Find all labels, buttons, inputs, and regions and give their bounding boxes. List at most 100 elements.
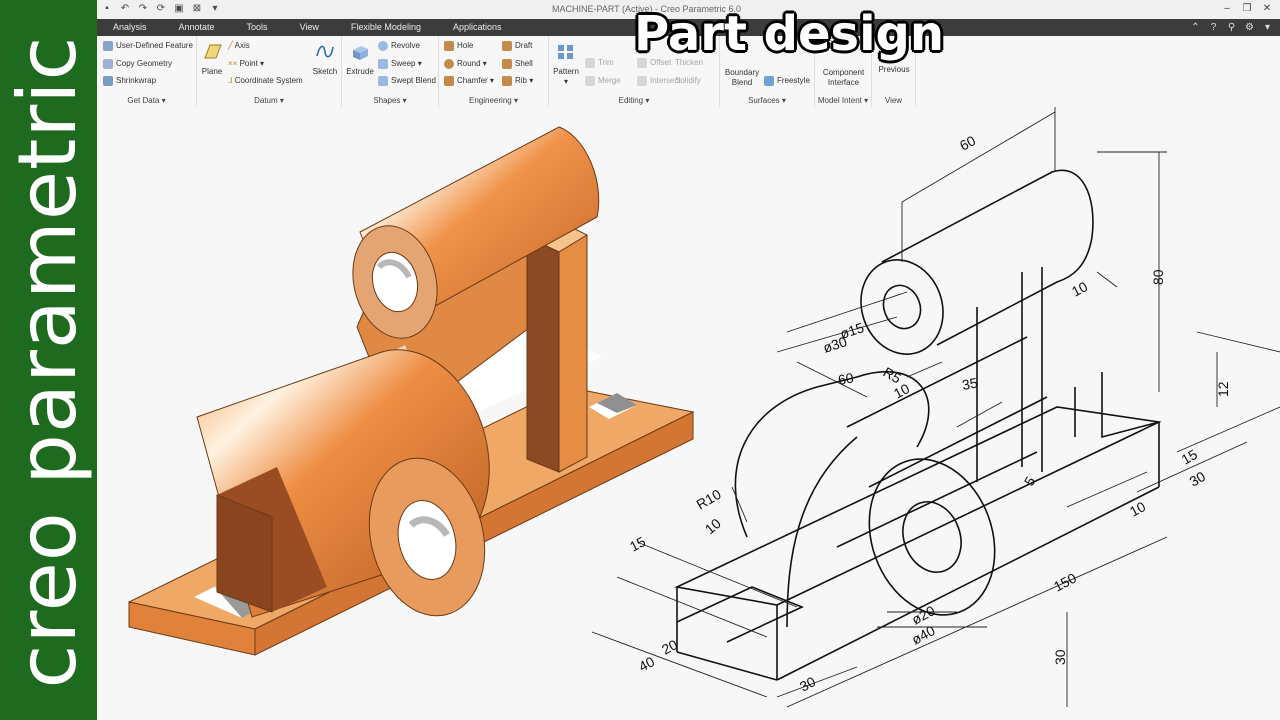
tab-flexible-modeling[interactable]: Flexible Modeling (335, 19, 437, 36)
copy-geometry-button[interactable]: Copy Geometry (103, 59, 172, 69)
dim-dia-40: ø40 (909, 622, 938, 648)
draft-button[interactable]: Draft (502, 41, 532, 51)
help-icon[interactable]: ? (1207, 21, 1220, 34)
creo-window: ▪ ↶ ↷ ⟳ ▣ ⊠ ▾ MACHINE-PART (Active) - Cr… (97, 0, 1280, 720)
quick-access-toolbar: ▪ ↶ ↷ ⟳ ▣ ⊠ ▾ (101, 3, 221, 15)
axis-button[interactable]: ╱ Axis (228, 41, 250, 51)
point-icon: ×× (228, 59, 240, 68)
dim-10-left: 10 (702, 515, 724, 537)
surfaces-group-label[interactable]: Surfaces ▾ (720, 96, 814, 105)
tab-applications[interactable]: Applications (437, 19, 518, 36)
plane-icon (204, 44, 222, 59)
close-icon[interactable]: ✕ (1260, 2, 1274, 16)
sketch-button[interactable]: Sketch (311, 42, 339, 77)
group-datum: Plane ╱ Axis ×× Point ▾ ⅃ Coordinate Sys… (197, 36, 342, 107)
new-file-icon[interactable]: ▪ (101, 3, 113, 15)
trim-button[interactable]: Trim (585, 58, 614, 68)
hole-button[interactable]: Hole (444, 41, 473, 51)
plane-button[interactable]: Plane (200, 42, 224, 77)
copy-geometry-icon (103, 59, 113, 69)
group-get-data: User-Defined Feature Copy Geometry Shrin… (97, 36, 197, 107)
revolve-icon (378, 41, 388, 51)
editing-group-label[interactable]: Editing ▾ (549, 96, 719, 105)
regenerate-icon[interactable]: ⟳ (155, 3, 167, 15)
hole-icon (444, 41, 454, 51)
axis-icon: ╱ (228, 41, 235, 50)
round-icon (444, 59, 454, 69)
pattern-icon (558, 45, 573, 59)
chamfer-icon (444, 76, 454, 86)
swept-blend-icon (378, 76, 388, 86)
customize-icon[interactable]: ▾ (209, 3, 221, 15)
restore-icon[interactable]: ❐ (1240, 2, 1254, 16)
datum-group-label[interactable]: Datum ▾ (197, 96, 341, 105)
dim-35: 35 (961, 374, 979, 392)
redo-icon[interactable]: ↷ (137, 3, 149, 15)
boundary-blend-button[interactable]: Boundary Blend (723, 68, 761, 88)
undo-icon[interactable]: ↶ (119, 3, 131, 15)
sketch-icon (316, 45, 334, 58)
dim-r10: R10 (694, 486, 724, 513)
pattern-button[interactable]: Pattern ▾ (551, 42, 581, 87)
trim-icon (585, 58, 595, 68)
merge-icon (585, 76, 595, 86)
tab-annotate[interactable]: Annotate (163, 19, 231, 36)
swept-blend-button[interactable]: Swept Blend (378, 76, 436, 86)
chamfer-button[interactable]: Chamfer ▾ (444, 76, 494, 86)
shrinkwrap-button[interactable]: Shrinkwrap (103, 76, 156, 86)
model-intent-group-label[interactable]: Model Intent ▾ (815, 96, 871, 105)
brand-banner-text: creo parametric (1, 35, 94, 689)
close-window-icon[interactable]: ⊠ (191, 3, 203, 15)
coordinate-system-button[interactable]: ⅃ Coordinate System (228, 76, 303, 86)
graphics-area[interactable]: 60 80 10 ø15 ø30 R5 10 60 35 12 15 30 5 … (97, 107, 1280, 720)
udf-icon (103, 41, 113, 51)
dim-60-side: 60 (837, 369, 855, 387)
dim-12: 12 (1215, 381, 1231, 397)
get-data-group-label[interactable]: Get Data ▾ (97, 96, 196, 105)
freestyle-button[interactable]: Freestyle (764, 76, 810, 86)
engineering-group-label[interactable]: Engineering ▾ (439, 96, 548, 105)
user-defined-feature-button[interactable]: User-Defined Feature (103, 41, 193, 51)
shapes-group-label[interactable]: Shapes ▾ (342, 96, 438, 105)
dim-30-bottom: 30 (797, 673, 818, 695)
brand-banner: creo parametric (0, 0, 97, 720)
shrinkwrap-icon (103, 76, 113, 86)
solidify-button[interactable]: Solidify (675, 76, 701, 86)
tab-view[interactable]: View (284, 19, 335, 36)
minimize-ribbon-icon[interactable]: ⌃ (1189, 21, 1202, 34)
rib-button[interactable]: Rib ▾ (502, 76, 533, 86)
dim-40-left: 40 (636, 653, 657, 675)
minimize-icon[interactable]: – (1220, 2, 1234, 16)
sweep-button[interactable]: Sweep ▾ (378, 59, 422, 69)
dim-150: 150 (1051, 569, 1079, 594)
extrude-icon (353, 46, 368, 60)
windows-icon[interactable]: ▣ (173, 3, 185, 15)
draft-icon (502, 41, 512, 51)
csys-icon: ⅃ (228, 76, 235, 85)
ribbon-options-icon[interactable]: ▾ (1261, 21, 1274, 34)
intersect-icon (637, 76, 647, 86)
round-button[interactable]: Round ▾ (444, 59, 487, 69)
shaded-part-model (127, 126, 695, 656)
extrude-button[interactable]: Extrude (344, 42, 376, 77)
revolve-button[interactable]: Revolve (378, 41, 420, 51)
view-group-label[interactable]: View (872, 96, 915, 105)
shell-button[interactable]: Shell (502, 59, 533, 69)
merge-button[interactable]: Merge (585, 76, 621, 86)
window-controls: – ❐ ✕ (1220, 2, 1274, 16)
dim-15-left: 15 (627, 533, 648, 555)
group-shapes: Extrude Revolve Sweep ▾ Swept Blend Shap… (342, 36, 439, 107)
tab-tools[interactable]: Tools (231, 19, 284, 36)
group-engineering: Hole Round ▾ Chamfer ▾ Draft Shell Rib ▾… (439, 36, 549, 107)
model-and-drawing: 60 80 10 ø15 ø30 R5 10 60 35 12 15 30 5 … (127, 107, 1280, 708)
sweep-icon (378, 59, 388, 69)
settings-icon[interactable]: ⚙ (1243, 21, 1256, 34)
component-interface-button[interactable]: Component Interface (815, 68, 872, 88)
dim-10-right: 10 (1069, 278, 1090, 300)
tab-analysis[interactable]: Analysis (97, 19, 163, 36)
video-title-overlay: Part design (634, 6, 945, 62)
dim-30-right: 30 (1187, 468, 1209, 490)
point-button[interactable]: ×× Point ▾ (228, 59, 264, 69)
dim-30-height: 30 (1052, 649, 1068, 665)
search-icon[interactable]: ⚲ (1225, 21, 1238, 34)
